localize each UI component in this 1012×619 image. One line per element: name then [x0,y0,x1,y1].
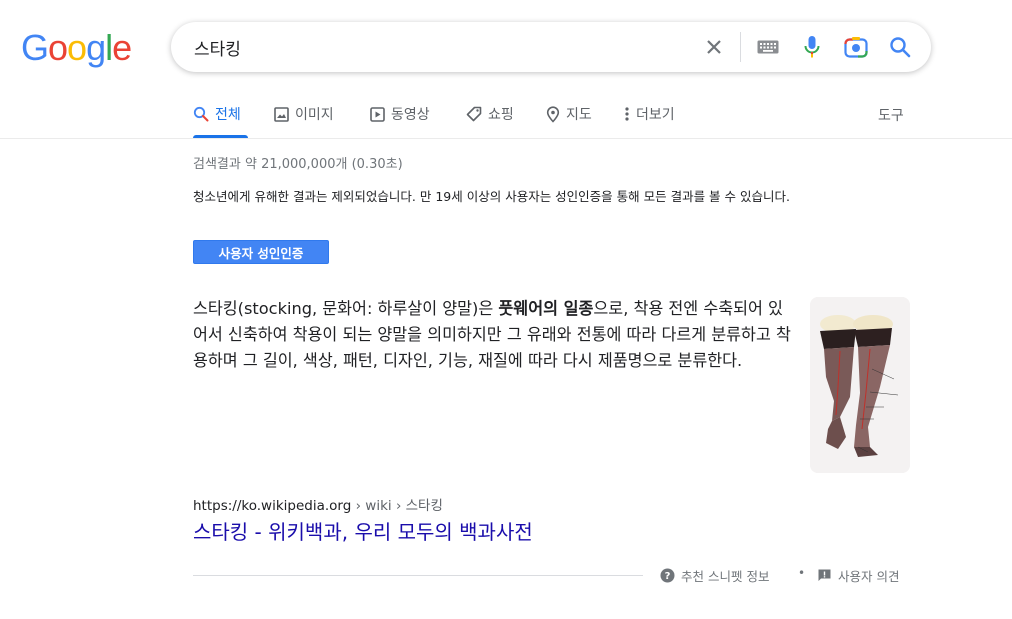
tab-label: 전체 [215,107,241,123]
about-featured-snippets-link[interactable]: ? 추천 스니펫 정보 [660,566,769,585]
feedback-link[interactable]: 사용자 의견 [817,566,899,585]
tag-icon [466,106,482,122]
clear-icon[interactable] [701,34,727,60]
logo-letter: g [86,27,106,68]
adult-verification-button[interactable]: 사용자 성인인증 [193,240,329,264]
snippet-text: 스타킹(stocking, 문화어: 하루살이 양말)은 [193,299,499,318]
logo-letter: o [48,27,68,68]
logo-letter: o [67,27,87,68]
snippet-footer-divider [193,575,643,576]
safesearch-notice: 청소년에게 유해한 결과는 제외되었습니다. 만 19세 이상의 사용자는 성인… [193,189,790,204]
tab-maps[interactable]: 지도 [546,104,592,124]
keyboard-icon[interactable] [755,34,781,60]
feedback-icon [818,569,831,581]
result-path: › wiki › 스타킹 [351,498,443,514]
tools-button[interactable]: 도구 [878,105,904,125]
google-logo[interactable]: Google [21,27,132,69]
tab-label: 더보기 [636,107,675,123]
svg-text:?: ? [665,571,671,582]
tab-label: 동영상 [391,107,430,123]
logo-letter: e [112,27,132,68]
search-input[interactable]: 스타킹 [194,35,241,60]
snippet-thumbnail[interactable] [810,297,910,473]
microphone-icon[interactable] [799,34,825,60]
logo-letter: G [21,27,49,68]
tab-label: 쇼핑 [488,107,514,123]
search-box[interactable]: 스타킹 [171,22,931,72]
help-icon: ? [660,568,675,583]
tab-shopping[interactable]: 쇼핑 [466,104,514,124]
camera-lens-icon[interactable] [843,34,869,60]
feedback-label: 사용자 의견 [838,569,900,584]
result-title-link[interactable]: 스타킹 - 위키백과, 우리 모두의 백과사전 [193,516,533,545]
footer-separator: • [798,566,806,580]
search-icon [193,106,209,122]
tab-images[interactable]: 이미지 [274,104,334,124]
map-pin-icon [546,105,560,123]
search-icon[interactable] [887,34,913,60]
more-vert-icon [625,107,629,121]
about-label: 추천 스니펫 정보 [681,569,770,584]
tab-more[interactable]: 더보기 [624,104,675,124]
tab-label: 이미지 [295,107,334,123]
result-domain: https://ko.wikipedia.org [193,498,352,514]
image-icon [274,106,289,122]
tab-label: 지도 [566,107,592,123]
search-divider [740,32,741,62]
video-icon [370,106,385,122]
tabs-divider [0,138,1012,139]
snippet-highlight: 풋웨어의 일종 [498,299,594,318]
result-url: https://ko.wikipedia.org › wiki › 스타킹 [193,494,443,514]
featured-snippet-text: 스타킹(stocking, 문화어: 하루살이 양말)은 풋웨어의 일종으로, … [193,296,793,374]
tab-all[interactable]: 전체 [193,104,241,124]
result-stats: 검색결과 약 21,000,000개 (0.30초) [193,157,403,172]
tab-videos[interactable]: 동영상 [370,104,430,124]
